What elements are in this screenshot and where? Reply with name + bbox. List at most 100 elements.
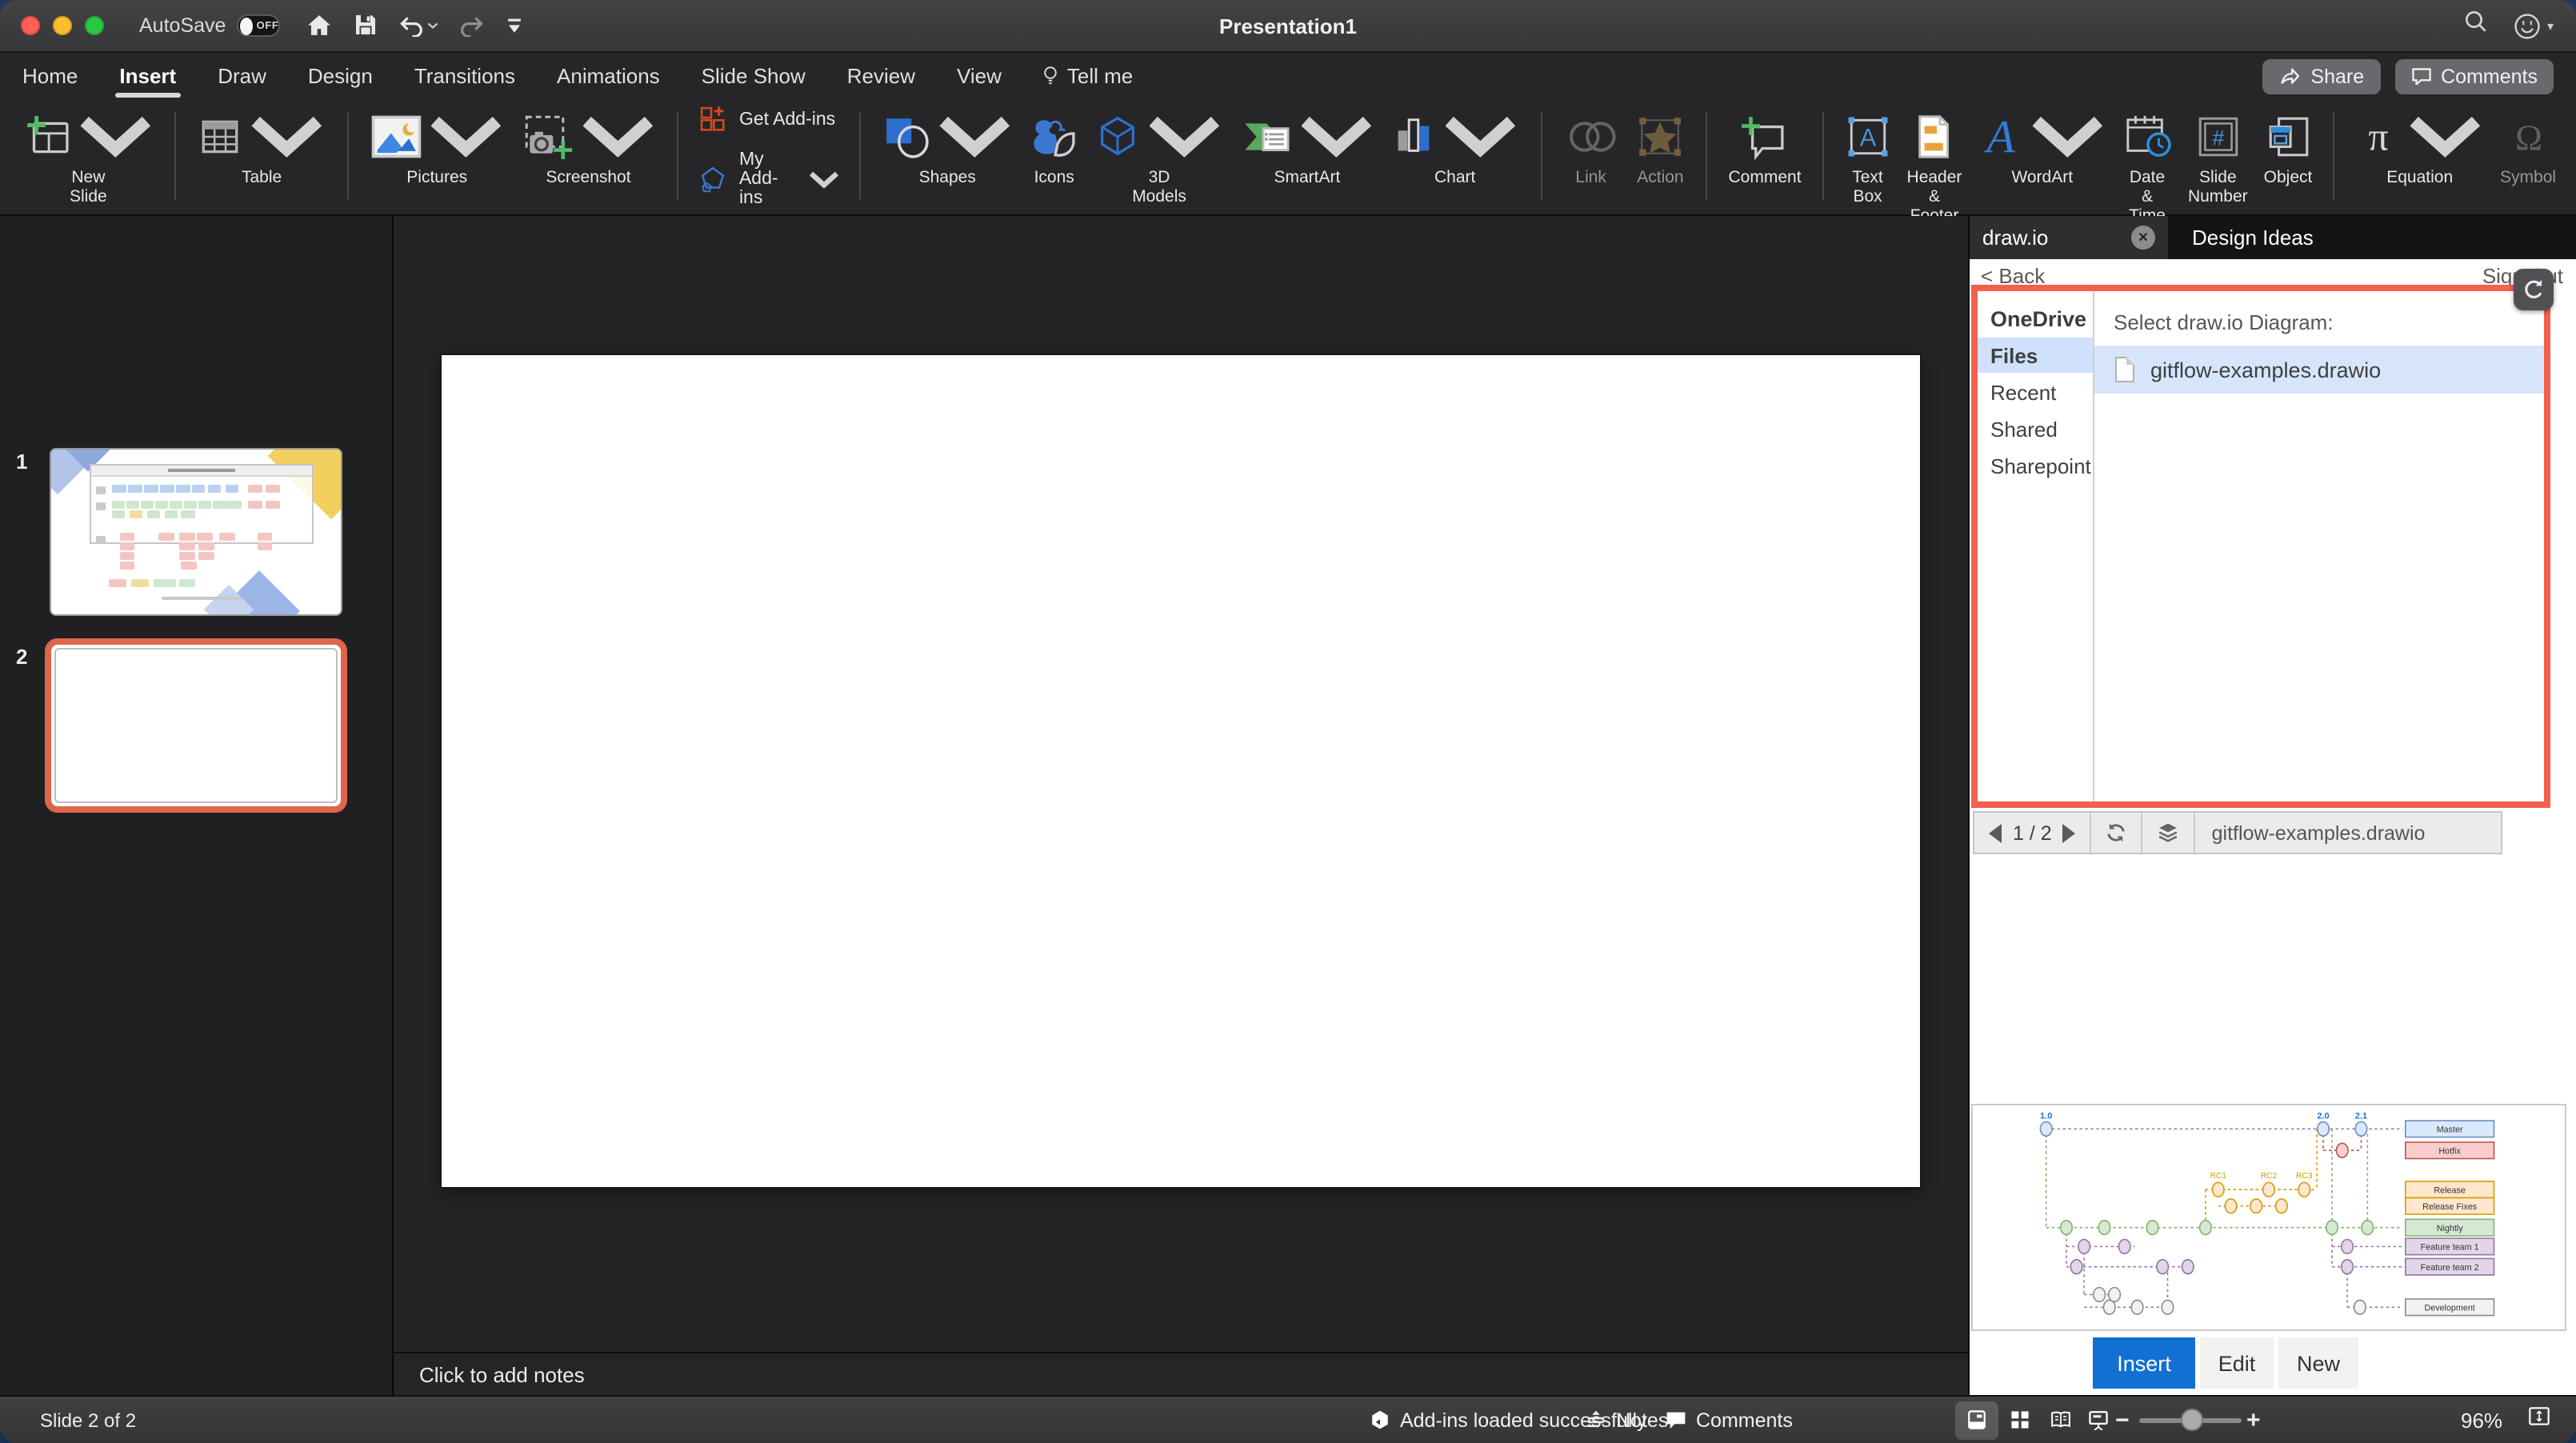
chevron-down-icon <box>1445 116 1516 158</box>
ribbon-button-equation[interactable]: π Equation <box>2347 106 2492 190</box>
close-pane-icon[interactable]: ✕ <box>2131 226 2155 250</box>
nav-item-files[interactable]: Files <box>1978 338 2093 373</box>
ribbon-button-label: Object <box>2263 168 2313 187</box>
tab-design-ideas[interactable]: Design Ideas <box>2168 216 2576 259</box>
comments-toggle[interactable]: Comments <box>1666 1409 1793 1431</box>
save-icon[interactable] <box>354 14 378 38</box>
notes-toggle[interactable]: Notes <box>1586 1409 1668 1431</box>
previous-page-button[interactable] <box>1989 823 2002 842</box>
undo-button[interactable] <box>398 14 438 38</box>
zoom-slider[interactable] <box>2139 1409 2242 1431</box>
tab-animations[interactable]: Animations <box>557 53 660 99</box>
autosave-toggle[interactable]: OFF <box>237 14 281 37</box>
tab-design[interactable]: Design <box>308 53 373 99</box>
reading-view-button[interactable] <box>2038 1401 2082 1439</box>
ribbon-button-get-add-ins[interactable]: Get Add-ins <box>698 104 840 134</box>
diagram-preview[interactable]: Master Hotfix Release Release Fixes Nightly F… <box>1971 1104 2566 1331</box>
ribbon-button-smartart[interactable]: SmartArt <box>1231 106 1382 190</box>
slide-canvas[interactable] <box>442 355 1920 1187</box>
edit-button[interactable]: Edit <box>2200 1337 2274 1389</box>
tab-draw[interactable]: Draw <box>218 53 266 99</box>
slideshow-button[interactable] <box>2077 1401 2120 1439</box>
notes-area[interactable]: Click to add notes <box>394 1352 1968 1395</box>
nav-item-recent[interactable]: Recent <box>1978 374 2093 410</box>
slide-sorter-view-button[interactable] <box>1998 1401 2042 1439</box>
customize-toolbar-icon[interactable] <box>506 18 523 34</box>
home-icon[interactable] <box>306 14 333 38</box>
ribbon-button-chart[interactable]: Chart <box>1382 106 1527 190</box>
chevron-down-icon <box>582 116 653 158</box>
file-picker-heading: Select draw.io Diagram: <box>2114 310 2334 334</box>
minimize-window-button[interactable] <box>53 16 72 35</box>
normal-view-button[interactable] <box>1955 1401 1998 1439</box>
tab-review[interactable]: Review <box>847 53 915 99</box>
ribbon-button-label: New Slide <box>70 168 107 206</box>
svg-text:Master: Master <box>2437 1125 2463 1134</box>
tab-label: Insert <box>119 64 177 88</box>
tab-tell-me[interactable]: Tell me <box>1043 53 1133 99</box>
ribbon-button-my-add-ins[interactable]: My Add-ins <box>698 150 840 208</box>
chevron-down-icon: ▾ <box>2546 18 2554 33</box>
account-smiley-icon <box>2514 13 2540 38</box>
ribbon-button-text-box[interactable]: A Text Box <box>1837 106 1899 209</box>
slide-2-thumbnail-selected[interactable] <box>45 638 347 813</box>
fullscreen-window-button[interactable] <box>85 16 104 35</box>
new-button[interactable]: New <box>2278 1337 2358 1389</box>
tab-drawio[interactable]: draw.io ✕ <box>1970 216 2168 259</box>
insert-button[interactable]: Insert <box>2093 1337 2195 1389</box>
tab-slide-show[interactable]: Slide Show <box>702 53 806 99</box>
ribbon-group-divider <box>346 112 349 200</box>
svg-text:Ω: Ω <box>2514 118 2542 158</box>
tab-home[interactable]: Home <box>22 53 78 99</box>
zoom-in-button[interactable]: + <box>2246 1406 2261 1433</box>
ribbon-button-label: Link <box>1575 168 1606 187</box>
ribbon-button-shapes[interactable]: Shapes <box>874 106 1022 190</box>
tab-insert[interactable]: Insert <box>114 53 182 99</box>
zoom-slider-thumb[interactable] <box>2181 1409 2203 1431</box>
ribbon-button-slide-number[interactable]: # Slide Number <box>2180 106 2256 209</box>
ribbon-button-screenshot[interactable]: Screenshot <box>513 106 664 190</box>
file-row[interactable]: gitflow-examples.drawio <box>2094 346 2544 394</box>
ribbon-button-date-time[interactable]: Date & Time <box>2114 106 2180 228</box>
slide-editor-area[interactable] <box>394 216 1968 1352</box>
chevron-down-icon <box>80 116 151 158</box>
ribbon-button-label: WordArt <box>2011 168 2074 187</box>
tab-label: Animations <box>557 64 660 88</box>
ribbon-button-comment[interactable]: Comment <box>1721 106 1810 190</box>
slide-1-thumbnail[interactable] <box>51 450 341 614</box>
refresh-badge-icon[interactable] <box>2514 269 2554 310</box>
close-window-button[interactable] <box>21 16 40 35</box>
search-icon[interactable] <box>2464 10 2488 42</box>
redo-button <box>459 14 485 38</box>
refresh-button[interactable] <box>2092 813 2143 853</box>
nav-item-shared[interactable]: Shared <box>1978 411 2093 446</box>
screen: AutoSave OFF Presentation1 ▾ Home Insert D… <box>0 0 2576 1443</box>
ribbon-button-table[interactable]: Table <box>190 106 334 190</box>
ribbon-button-label: 3D Models <box>1132 168 1186 206</box>
tab-view[interactable]: View <box>957 53 1002 99</box>
ribbon-button-icons[interactable]: Icons <box>1022 106 1087 190</box>
fit-slide-button[interactable] <box>2528 1405 2550 1434</box>
pager-filename: gitflow-examples.drawio <box>2211 821 2426 844</box>
ribbon-group: Link Action <box>1545 102 1703 210</box>
autosave-control: AutoSave OFF <box>139 14 281 37</box>
notes-toggle-label: Notes <box>1616 1409 1669 1431</box>
zoom-level[interactable]: 96% <box>2461 1408 2502 1432</box>
ribbon-button-object[interactable]: Object <box>2256 106 2321 190</box>
layers-button[interactable] <box>2143 813 2196 853</box>
tab-transitions[interactable]: Transitions <box>414 53 515 99</box>
share-button[interactable]: Share <box>2262 58 2381 94</box>
ribbon-button-pictures[interactable]: Pictures <box>361 106 513 190</box>
zoom-out-button[interactable]: − <box>2115 1406 2130 1433</box>
account-menu[interactable]: ▾ <box>2514 12 2554 39</box>
titlebar: AutoSave OFF Presentation1 ▾ <box>0 0 2576 53</box>
next-page-button[interactable] <box>2062 823 2076 842</box>
ribbon-button-wordart[interactable]: A WordArt <box>1970 106 2114 190</box>
ribbon-button-3d-models[interactable]: 3D Models <box>1087 106 1232 209</box>
normal-view-icon <box>1968 1410 1986 1429</box>
ribbon-button-new-slide[interactable]: New Slide <box>14 106 162 209</box>
ribbon-button-header-footer[interactable]: Header & Footer <box>1899 106 1970 228</box>
ribbon-button-symbol: Ω Symbol <box>2492 106 2564 190</box>
nav-item-sharepoint[interactable]: Sharepoint <box>1978 448 2093 483</box>
comments-button[interactable]: Comments <box>2394 58 2554 94</box>
